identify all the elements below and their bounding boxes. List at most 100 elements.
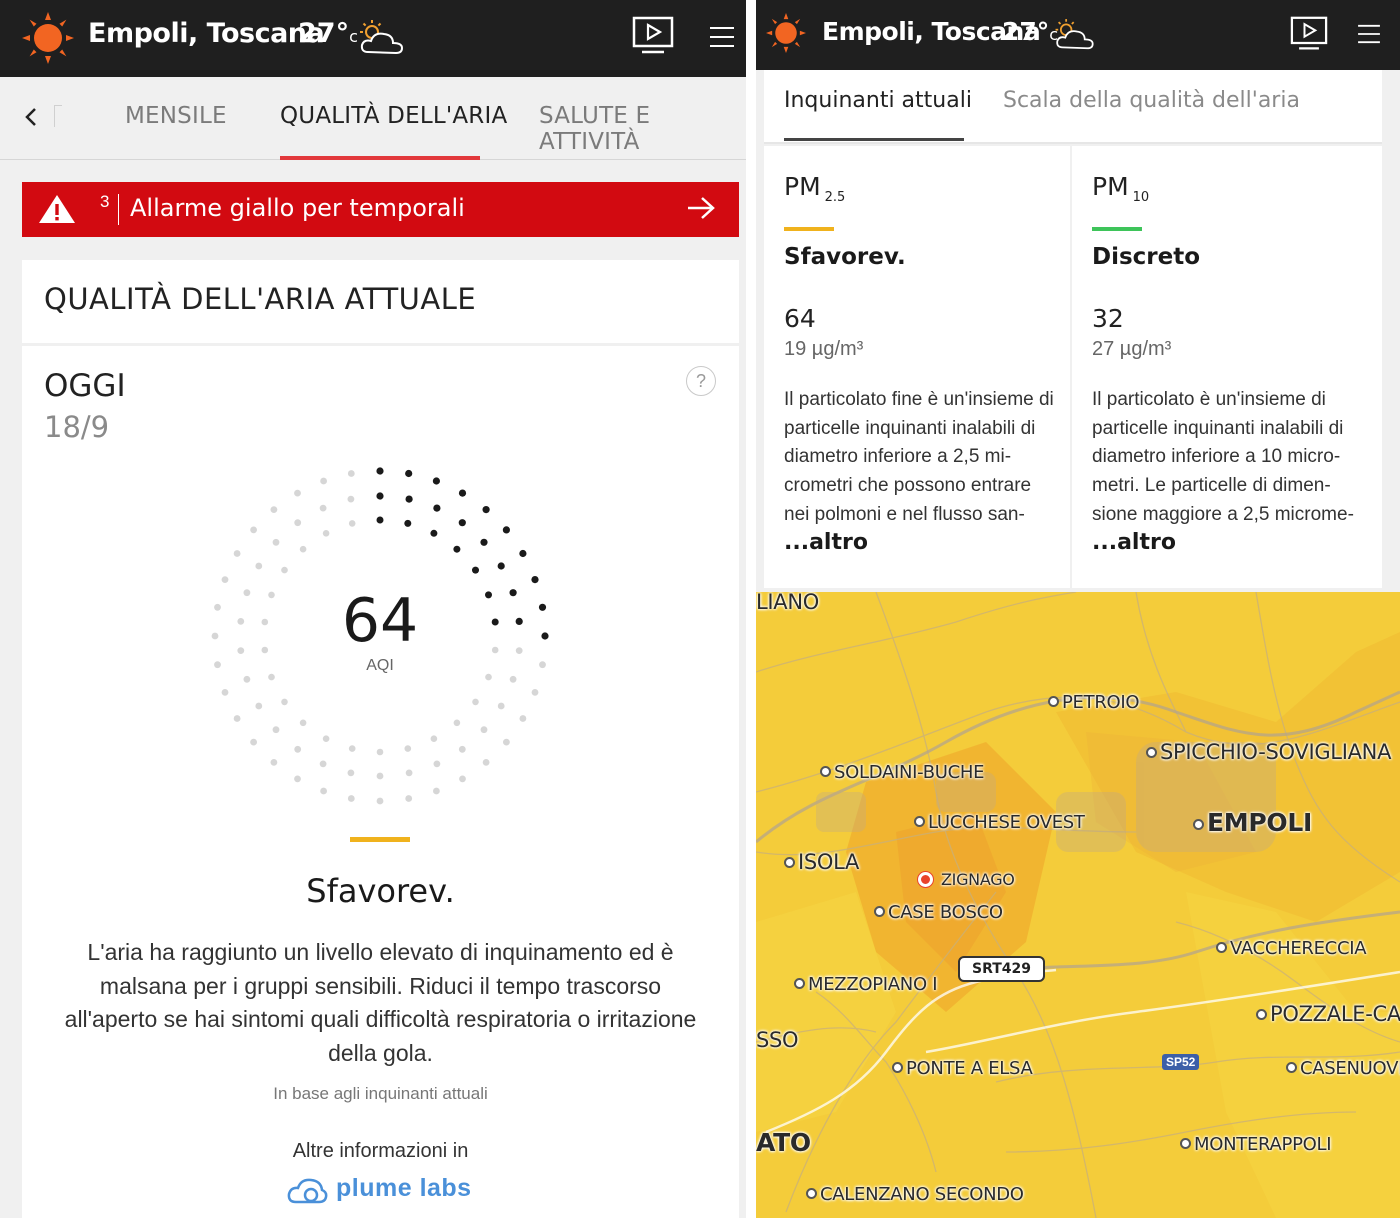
partly-cloudy-icon (360, 20, 404, 55)
menu-icon[interactable] (1358, 24, 1380, 44)
top-bar: Empoli, Toscana 27°c (0, 0, 746, 77)
gauge-dot-empty (233, 715, 241, 722)
gauge-dot-empty (281, 698, 288, 706)
gauge-dot-empty (250, 526, 257, 534)
air-quality-map[interactable]: LIANO PETROIO SPICCHIO-SOVIGLIANA SOLDAI… (756, 590, 1400, 1218)
location-name[interactable]: Empoli, Toscana (88, 18, 325, 49)
gauge-dot-filled (430, 529, 438, 537)
chevron-left-icon[interactable] (24, 107, 38, 127)
gauge-dot-empty (347, 470, 355, 477)
map-place-vaccherecc[interactable]: VACCHERECCIA (1216, 938, 1367, 959)
map-place-mezzopiano[interactable]: MEZZOPIANO I (794, 974, 938, 995)
map-place-soldaini[interactable]: SOLDAINI-BUCHE (820, 762, 985, 783)
map-place-spicchio[interactable]: SPICCHIO-SOVIGLIANA (1146, 740, 1391, 764)
alert-divider (118, 194, 119, 225)
warning-icon (39, 195, 75, 223)
gauge-dot-filled (458, 489, 467, 497)
read-more-link[interactable]: ...altro (1092, 530, 1176, 555)
gauge-dot-filled (458, 519, 466, 527)
map-place-lucchese[interactable]: LUCCHESE OVEST (914, 812, 1085, 833)
plume-cloud-icon (287, 1178, 328, 1204)
place-marker-icon (1180, 1138, 1191, 1149)
map-place-pozzale[interactable]: POZZALE-CAS (1256, 1002, 1400, 1026)
map-place-zignago[interactable]: ZIGNAGO (918, 870, 1015, 889)
map-place-case-bosco[interactable]: CASE BOSCO (874, 902, 1003, 923)
gauge-dot-empty (509, 675, 517, 683)
gauge-dot-empty (482, 759, 490, 766)
location-pin-icon (918, 872, 933, 887)
active-tab-indicator (784, 138, 964, 141)
gauge-dot-filled (405, 495, 413, 503)
gauge-dot-empty (376, 797, 384, 805)
weather-alert-banner[interactable]: 3 Allarme giallo per temporali (22, 182, 739, 237)
gauge-dot-filled (515, 617, 523, 625)
aqi-level-bar (350, 837, 410, 842)
gauge-dot-empty (243, 589, 251, 597)
place-marker-icon (1216, 942, 1227, 953)
play-video-icon[interactable] (632, 16, 674, 56)
arrow-right-icon[interactable] (687, 196, 715, 220)
gauge-dot-empty (272, 538, 280, 546)
map-place-petroio[interactable]: PETROIO (1048, 692, 1140, 713)
map-place-casenuove[interactable]: CASENUOVE (1286, 1058, 1400, 1079)
aqi-level-name: Sfavorev. (306, 872, 455, 910)
gauge-dot-empty (539, 661, 546, 669)
place-marker-icon (1146, 747, 1157, 758)
aqi-basis-note: In base agli inquinanti attuali (273, 1084, 488, 1103)
gauge-dot-empty (211, 632, 219, 640)
gauge-dot-empty (294, 775, 301, 783)
map-place-empoli[interactable]: EMPOLI (1193, 808, 1312, 837)
alert-count: 3 (100, 192, 110, 211)
read-more-link[interactable]: ...altro (784, 530, 868, 555)
pollutant-concentration: 27 µg/m³ (1092, 338, 1172, 360)
gauge-dot-empty (348, 745, 356, 752)
tab-current-pollutants[interactable]: Inquinanti attuali (784, 88, 972, 113)
gauge-dot-filled (405, 469, 413, 478)
gauge-dot-empty (214, 603, 221, 611)
tab-health-activity[interactable]: SALUTE E ATTIVITÀ (539, 103, 746, 155)
menu-icon[interactable] (710, 26, 734, 48)
pollutant-card-pm10: PM 10 Discreto 32 27 µg/m³ Il particolato… (1072, 146, 1382, 588)
place-marker-icon (1048, 696, 1059, 707)
gauge-dot-empty (237, 618, 245, 625)
map-place-ponte-a-elsa[interactable]: PONTE A ELSA (892, 1058, 1033, 1079)
gauge-dot-empty (243, 675, 251, 683)
gauge-dot-filled (376, 516, 384, 524)
tab-air-quality-scale[interactable]: Scala della qualità dell'aria (1003, 88, 1300, 113)
map-background (756, 592, 1400, 1218)
place-marker-icon (806, 1188, 817, 1199)
gauge-dot-empty (348, 520, 356, 527)
gauge-dot-empty (294, 519, 302, 527)
active-tab-indicator (280, 156, 480, 160)
gauge-dot-empty (459, 775, 466, 783)
map-place-monterappoli[interactable]: MONTERAPPOLI (1180, 1134, 1332, 1155)
gauge-dot-empty (255, 702, 263, 710)
gauge-dot-empty (531, 689, 539, 696)
map-place-calenzano[interactable]: CALENZANO SECONDO (806, 1184, 1024, 1205)
partly-cloudy-icon (1055, 19, 1094, 50)
sun-icon (766, 13, 806, 53)
gauge-dot-empty (376, 772, 384, 780)
aqi-value: 64 (341, 586, 419, 656)
air-quality-card: OGGI 18/9 ? 64 AQI Sfavorev. L'aria ha r… (22, 346, 739, 1218)
gauge-dot-empty (319, 504, 327, 512)
gauge-dot-filled (482, 506, 490, 514)
right-screen: Empoli, Toscana 27°c Inquinanti attuali … (756, 0, 1400, 1218)
left-screen: Empoli, Toscana 27°c MENSILE QUALITÀ DEL… (0, 0, 746, 1218)
gauge-dot-empty (299, 545, 307, 553)
gauge-dot-filled (538, 603, 547, 611)
gauge-dot-filled (502, 526, 510, 534)
tab-air-quality[interactable]: QUALITÀ DELL'ARIA (280, 103, 507, 129)
gauge-dot-empty (221, 689, 229, 696)
map-place-isola[interactable]: ISOLA (784, 850, 859, 874)
plume-labs-wordmark: plume labs (336, 1174, 472, 1202)
play-video-icon[interactable] (1290, 16, 1328, 52)
sun-icon (22, 12, 74, 64)
gauge-dot-empty (320, 477, 327, 485)
tab-mensile[interactable]: MENSILE (125, 103, 227, 129)
place-marker-icon (1256, 1009, 1267, 1020)
pollutant-index: 64 (784, 304, 816, 333)
plume-labs-link[interactable]: plume labs (286, 1172, 486, 1208)
gauge-dot-empty (281, 566, 288, 574)
place-marker-icon (820, 766, 831, 777)
